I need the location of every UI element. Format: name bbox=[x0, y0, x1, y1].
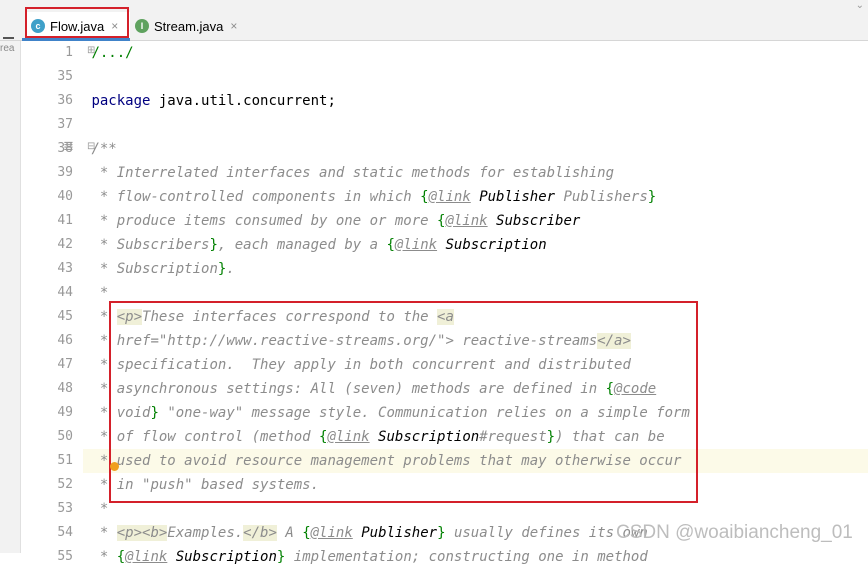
annotation-highlight-box bbox=[109, 301, 698, 503]
watermark: CSDN @woaibiancheng_01 bbox=[616, 522, 853, 543]
line-number: 42 bbox=[57, 237, 73, 252]
line-number: 45 bbox=[57, 309, 73, 324]
code-line[interactable]: /.../ bbox=[83, 41, 868, 65]
window-top-strip bbox=[0, 0, 868, 12]
code-token: / bbox=[125, 45, 134, 61]
code-token: @link bbox=[428, 189, 471, 205]
code-token: </b> bbox=[243, 525, 277, 541]
line-number: 46 bbox=[57, 333, 73, 348]
code-token: <p><b> bbox=[116, 525, 168, 541]
line-number: 41 bbox=[57, 213, 73, 228]
code-token: { bbox=[302, 525, 311, 541]
code-token: , each managed by a bbox=[217, 237, 387, 253]
code-token: . bbox=[226, 261, 235, 277]
code-token: java.util.concurrent; bbox=[158, 93, 336, 109]
close-icon[interactable]: × bbox=[230, 19, 237, 33]
code-token: /** bbox=[91, 141, 117, 157]
code-token: Publishers bbox=[555, 189, 648, 205]
code-token: Subscription bbox=[167, 549, 277, 565]
code-token: * produce items consumed by one or more bbox=[91, 213, 438, 229]
code-line[interactable]: * flow-controlled components in which {@… bbox=[83, 185, 868, 209]
code-token: { bbox=[116, 549, 126, 565]
project-tool-strip[interactable]: rea bbox=[0, 41, 21, 553]
code-token: { bbox=[386, 237, 395, 253]
line-number: 48 bbox=[57, 381, 73, 396]
code-token: * bbox=[91, 525, 117, 541]
code-line[interactable]: * Subscribers}, each managed by a {@link… bbox=[83, 233, 868, 257]
tab-stream-java[interactable]: I Stream.java × bbox=[132, 12, 242, 40]
code-token: } bbox=[209, 237, 218, 253]
line-number: 47 bbox=[57, 357, 73, 372]
code-token: * bbox=[91, 501, 109, 517]
code-line[interactable]: * produce items consumed by one or more … bbox=[83, 209, 868, 233]
code-token: } bbox=[437, 525, 446, 541]
line-number: 54 bbox=[57, 525, 73, 540]
line-number: 51 bbox=[57, 453, 73, 468]
doc-render-icon[interactable]: ≣ bbox=[63, 139, 74, 154]
line-number: 39 bbox=[57, 165, 73, 180]
window-controls-icon[interactable]: ⌄ bbox=[856, 0, 864, 11]
editor-tab-bar: c Flow.java × I Stream.java × bbox=[0, 12, 868, 41]
line-number: 35 bbox=[57, 69, 73, 84]
intention-bulb-icon[interactable] bbox=[110, 462, 119, 471]
line-number: 1 bbox=[65, 45, 73, 60]
line-number: 49 bbox=[57, 405, 73, 420]
code-token: * bbox=[91, 285, 109, 301]
line-number: 52 bbox=[57, 477, 73, 492]
code-token: Subscriber bbox=[487, 213, 581, 229]
code-token: Publisher bbox=[470, 189, 556, 205]
code-token: package bbox=[91, 93, 159, 109]
line-number: 36 bbox=[57, 93, 73, 108]
line-number: 37 bbox=[57, 117, 73, 132]
code-token: Examples. bbox=[167, 525, 244, 541]
code-line[interactable]: * Subscription}. bbox=[83, 257, 868, 281]
code-line[interactable] bbox=[83, 65, 868, 89]
code-token: } bbox=[647, 189, 657, 205]
code-line[interactable]: * Interrelated interfaces and static met… bbox=[83, 161, 868, 185]
tool-strip-label: rea bbox=[0, 43, 15, 54]
code-token: @link bbox=[125, 549, 168, 565]
line-number: 55 bbox=[57, 549, 73, 564]
code-token: @link bbox=[310, 525, 353, 541]
code-token: * Interrelated interfaces and static met… bbox=[91, 165, 615, 181]
tab-label: Stream.java bbox=[154, 18, 224, 34]
line-number: 53 bbox=[57, 501, 73, 516]
code-token: /... bbox=[91, 45, 126, 61]
line-number: 44 bbox=[57, 285, 73, 300]
line-number: 43 bbox=[57, 261, 73, 276]
code-token: * bbox=[91, 549, 117, 565]
code-line[interactable]: /** bbox=[83, 137, 868, 161]
code-token: { bbox=[420, 189, 429, 205]
collapse-panel-icon[interactable] bbox=[3, 37, 14, 39]
code-line[interactable]: * {@link Subscription} implementation; c… bbox=[83, 545, 868, 569]
code-token: * Subscribers bbox=[91, 237, 210, 253]
code-token: Publisher bbox=[352, 525, 438, 541]
code-token: @link bbox=[445, 213, 488, 229]
code-line[interactable]: package java.util.concurrent; bbox=[83, 89, 868, 113]
code-token: implementation; constructing one in meth… bbox=[285, 549, 648, 565]
line-number: 50 bbox=[57, 429, 73, 444]
line-number: 40 bbox=[57, 189, 73, 204]
java-interface-icon: I bbox=[135, 19, 149, 33]
code-line[interactable] bbox=[83, 113, 868, 137]
code-token: * Subscription bbox=[91, 261, 218, 277]
code-token: A bbox=[276, 525, 303, 541]
code-token: @link bbox=[394, 237, 438, 253]
tab-highlight-box bbox=[25, 7, 129, 38]
code-token: Subscription bbox=[437, 237, 547, 253]
line-number-gutter: 1 35 36 37 38 39 40 41 42 43 44 45 46 47 48 49 50 51 52 53 5… bbox=[21, 41, 95, 564]
code-token: * flow-controlled components in which bbox=[91, 189, 421, 205]
